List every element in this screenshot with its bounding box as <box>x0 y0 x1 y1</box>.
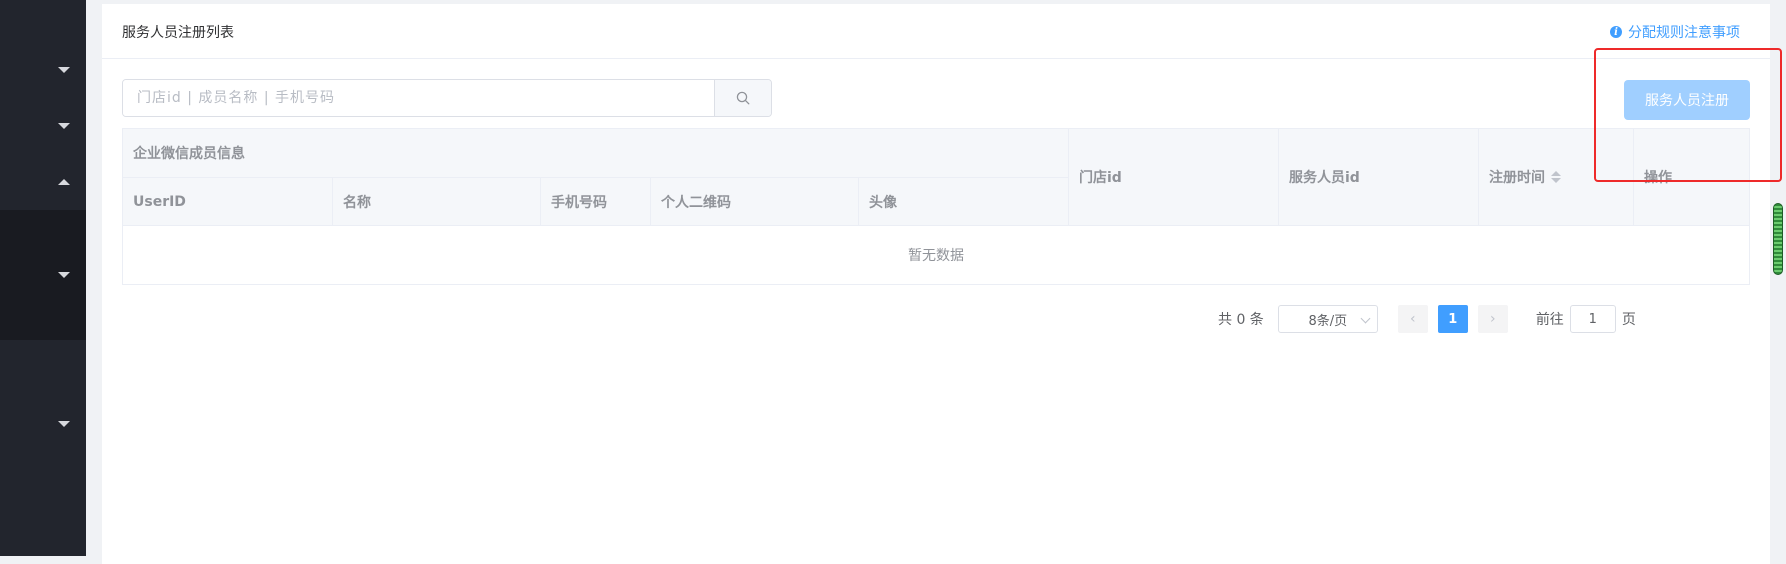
column-header-avatar: 头像 <box>859 177 1069 225</box>
column-header-phone: 手机号码 <box>541 177 651 225</box>
prev-page-button[interactable]: ‹ <box>1397 305 1428 333</box>
search-input[interactable] <box>123 80 714 116</box>
page-title: 服务人员注册列表 <box>122 25 234 41</box>
chevron-left-icon: ‹ <box>1410 311 1416 327</box>
card-header: 服务人员注册列表 i 分配规则注意事项 <box>102 4 1770 59</box>
jump-label: 前往 <box>1535 312 1564 328</box>
chevron-right-icon: › <box>1490 311 1496 327</box>
empty-text: 暂无数据 <box>908 248 964 264</box>
page-unit-label: 页 <box>1621 312 1636 328</box>
pagination: 共 0 条 8条/页 ‹ 1 › 前往 页 <box>1218 305 1636 333</box>
column-header-staff-id: 服务人员id <box>1279 129 1479 225</box>
page-number-current[interactable]: 1 <box>1437 305 1468 333</box>
sidebar-item-2[interactable] <box>0 112 86 140</box>
search-button[interactable] <box>714 80 771 116</box>
sort-icon[interactable] <box>1551 171 1561 183</box>
page-size-select[interactable]: 8条/页 <box>1277 305 1378 333</box>
table-header: 企业微信成员信息 UserID 名称 手机号码 个人二维码 头像 门店id 服务… <box>123 129 1749 226</box>
registration-table: 企业微信成员信息 UserID 名称 手机号码 个人二维码 头像 门店id 服务… <box>122 128 1750 285</box>
chevron-down-icon <box>1360 313 1371 324</box>
column-header-name: 名称 <box>333 177 541 225</box>
search-group <box>122 79 772 117</box>
search-icon <box>736 91 750 105</box>
column-header-qrcode: 个人二维码 <box>651 177 859 225</box>
table-empty-row: 暂无数据 <box>123 226 1749 284</box>
sidebar-item-3[interactable] <box>0 168 86 196</box>
caret-up-icon <box>58 179 70 185</box>
column-header-actions: 操作 <box>1644 170 1672 186</box>
caret-down-icon <box>58 67 70 73</box>
sidebar <box>0 0 86 556</box>
column-group-wechat-member-info: 企业微信成员信息 <box>123 129 1069 177</box>
sidebar-item-5[interactable] <box>0 410 86 438</box>
caret-down-icon <box>58 123 70 129</box>
column-header-register-time[interactable]: 注册时间 <box>1479 129 1634 225</box>
register-staff-button[interactable]: 服务人员注册 <box>1624 80 1750 120</box>
sidebar-item-4[interactable] <box>0 261 86 289</box>
main-card: 服务人员注册列表 i 分配规则注意事项 服务人员注册 企业微信成员信息 User… <box>102 4 1770 564</box>
allocation-rules-label: 分配规则注意事项 <box>1628 25 1740 41</box>
caret-down-icon <box>58 421 70 427</box>
column-header-store-id: 门店id <box>1069 129 1279 225</box>
pagination-total: 共 0 条 <box>1218 312 1264 328</box>
register-time-label: 注册时间 <box>1489 170 1545 186</box>
column-header-userid: UserID <box>123 177 333 225</box>
scrollbar-thumb[interactable] <box>1773 203 1783 275</box>
jump-page-input[interactable] <box>1569 305 1616 333</box>
page-size-value: 8条/页 <box>1308 313 1348 329</box>
caret-down-icon <box>58 272 70 278</box>
info-icon: i <box>1610 26 1622 38</box>
next-page-button[interactable]: › <box>1477 305 1508 333</box>
sidebar-item-1[interactable] <box>0 56 86 84</box>
allocation-rules-link[interactable]: i 分配规则注意事项 <box>1610 22 1740 42</box>
